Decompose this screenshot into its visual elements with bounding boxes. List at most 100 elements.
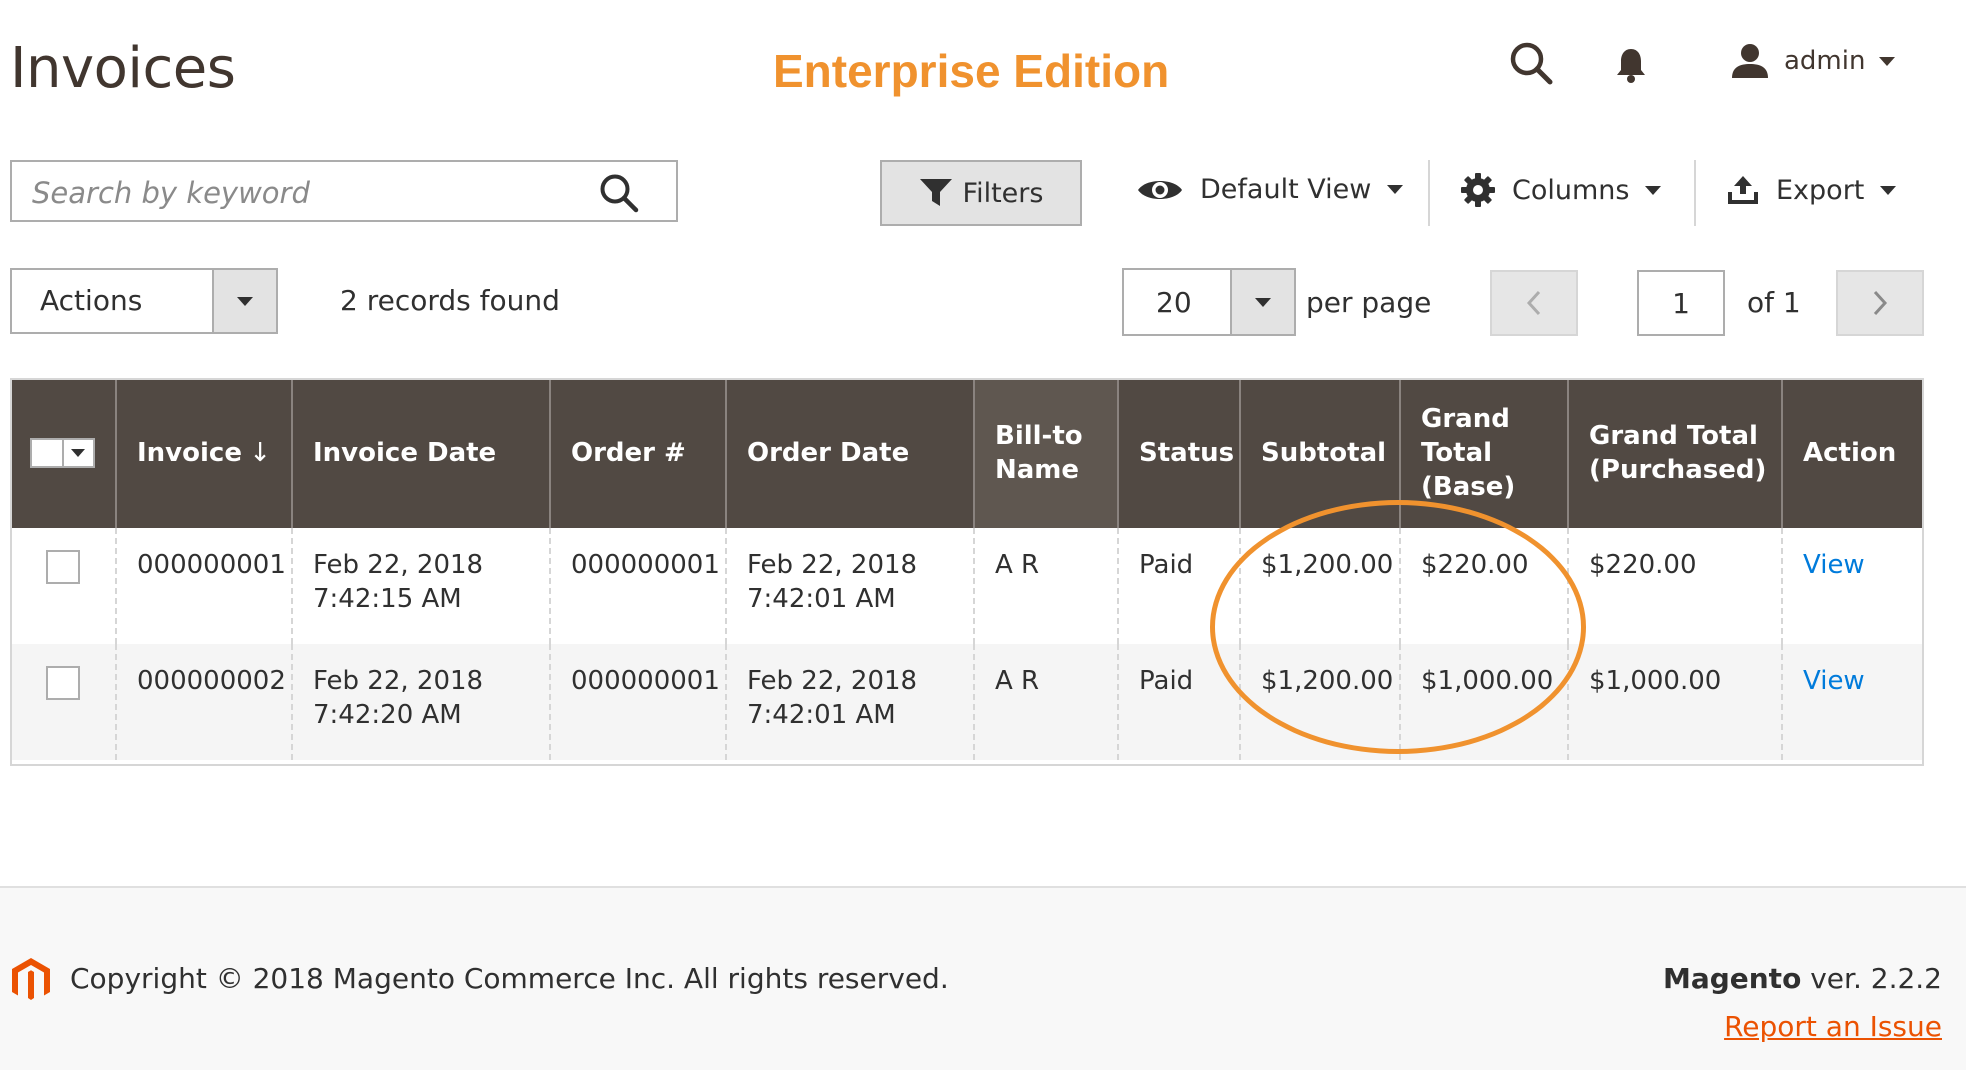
search-submit-button[interactable] [598, 172, 640, 218]
chevron-down-icon [1879, 56, 1896, 66]
cell-status: Paid [1117, 528, 1240, 644]
column-header-order-number[interactable]: Order # [549, 378, 726, 528]
cell-action: View [1781, 644, 1924, 760]
cell-subtotal: $1,200.00 [1239, 528, 1400, 644]
date: Feb 22, 2018 [747, 666, 918, 696]
view-link[interactable]: View [1803, 666, 1865, 696]
column-label: Invoice [137, 438, 242, 468]
brand-name: Magento [1662, 962, 1802, 995]
chevron-right-icon [1873, 290, 1888, 316]
export-dropdown[interactable]: Export [1726, 174, 1897, 206]
per-page-value: 20 [1156, 286, 1192, 319]
column-header-invoice-date[interactable]: Invoice Date [291, 378, 550, 528]
page-number-input[interactable]: 1 [1637, 270, 1725, 336]
cell-subtotal: $1,200.00 [1239, 644, 1400, 760]
cell-order-number: 000000001 [549, 644, 726, 760]
column-header-grand-total-base[interactable]: Grand Total (Base) [1399, 378, 1568, 528]
view-link[interactable]: View [1803, 550, 1865, 580]
actions-toggle[interactable] [212, 270, 276, 332]
row-checkbox[interactable] [46, 666, 80, 700]
per-page-label: per page [1306, 286, 1432, 319]
copyright-text: Copyright © 2018 Magento Commerce Inc. A… [70, 962, 949, 995]
user-menu[interactable]: admin [1730, 42, 1896, 80]
column-header-status[interactable]: Status [1117, 378, 1240, 528]
cell-order-date: Feb 22, 2018 7:42:01 AM [725, 528, 974, 644]
chevron-down-icon [71, 449, 86, 457]
cell-grand-total-purchased: $220.00 [1567, 528, 1782, 644]
notifications-button[interactable] [1614, 46, 1648, 84]
column-header-invoice[interactable]: Invoice ↓ [115, 378, 292, 528]
records-found: 2 records found [340, 284, 560, 317]
magento-logo-icon [10, 956, 52, 1006]
columns-label: Columns [1512, 174, 1630, 206]
eye-icon [1138, 180, 1182, 199]
date: Feb 22, 2018 [313, 550, 484, 580]
user-name: admin [1784, 46, 1866, 76]
row-checkbox[interactable] [46, 550, 80, 584]
report-issue-link[interactable]: Report an Issue [1724, 1010, 1942, 1043]
page-total-label: of 1 [1747, 286, 1801, 319]
date: Feb 22, 2018 [747, 550, 918, 580]
toolbar-divider [1694, 160, 1696, 226]
upload-icon [1728, 176, 1758, 204]
cell-bill-to-name: A R [973, 528, 1118, 644]
search-icon [1510, 42, 1553, 85]
cell-action: View [1781, 528, 1924, 644]
version-text: ver. 2.2.2 [1801, 962, 1942, 995]
column-header-action: Action [1781, 378, 1924, 528]
default-view-label: Default View [1200, 174, 1372, 205]
user-icon [1732, 44, 1768, 78]
version-info: Magento ver. 2.2.2 [1663, 962, 1942, 995]
invoices-grid: Invoice ↓ Invoice Date Order # Order Dat… [10, 378, 1924, 760]
default-view-dropdown[interactable]: Default View [1136, 174, 1404, 205]
cell-order-number: 000000001 [549, 528, 726, 644]
edition-label: Enterprise Edition [773, 45, 1170, 97]
column-header-grand-total-purchased[interactable]: Grand Total (Purchased) [1567, 378, 1782, 528]
cell-grand-total-purchased: $1,000.00 [1567, 644, 1782, 760]
table-row: 000000002 Feb 22, 2018 7:42:20 AM 0000000… [10, 644, 1924, 760]
page-title: Invoices [10, 36, 236, 101]
chevron-down-icon [1880, 185, 1897, 195]
per-page-toggle[interactable] [1230, 270, 1294, 334]
actions-label: Actions [40, 284, 143, 317]
filters-button[interactable]: Filters [880, 160, 1082, 226]
cell-invoice-date: Feb 22, 2018 7:42:20 AM [291, 644, 550, 760]
mass-select-dropdown[interactable] [63, 438, 95, 468]
toolbar-divider [1428, 160, 1430, 226]
cell-invoice: 000000001 [115, 528, 292, 644]
select-all-checkbox[interactable] [30, 438, 64, 468]
column-header-subtotal[interactable]: Subtotal [1239, 378, 1400, 528]
column-header-order-date[interactable]: Order Date [725, 378, 974, 528]
mass-select-header [10, 378, 116, 528]
search-input[interactable] [30, 172, 594, 214]
next-page-button[interactable] [1836, 270, 1924, 336]
actions-dropdown[interactable]: Actions [10, 268, 278, 334]
per-page-select[interactable]: 20 [1122, 268, 1296, 336]
chevron-down-icon [1255, 297, 1271, 307]
columns-dropdown[interactable]: Columns [1460, 172, 1662, 208]
time: 7:42:01 AM [747, 700, 896, 730]
global-search-button[interactable] [1508, 40, 1554, 86]
time: 7:42:15 AM [313, 584, 462, 614]
search-icon [600, 174, 639, 213]
gear-icon [1461, 173, 1495, 207]
bell-icon [1617, 49, 1645, 83]
chevron-down-icon [237, 296, 253, 306]
chevron-down-icon [1645, 185, 1662, 195]
cell-order-date: Feb 22, 2018 7:42:01 AM [725, 644, 974, 760]
cell-grand-total-base: $220.00 [1399, 528, 1568, 644]
column-header-bill-to-name[interactable]: Bill-to Name [973, 378, 1118, 528]
cell-status: Paid [1117, 644, 1240, 760]
chevron-left-icon [1526, 290, 1541, 316]
time: 7:42:01 AM [747, 584, 896, 614]
filter-icon [919, 179, 952, 206]
chevron-down-icon [1387, 185, 1404, 194]
search-box [10, 160, 678, 222]
cell-bill-to-name: A R [973, 644, 1118, 760]
date: Feb 22, 2018 [313, 666, 484, 696]
previous-page-button[interactable] [1490, 270, 1578, 336]
sort-arrow-icon: ↓ [249, 438, 271, 468]
export-label: Export [1776, 174, 1865, 206]
cell-invoice: 000000002 [115, 644, 292, 760]
cell-invoice-date: Feb 22, 2018 7:42:15 AM [291, 528, 550, 644]
